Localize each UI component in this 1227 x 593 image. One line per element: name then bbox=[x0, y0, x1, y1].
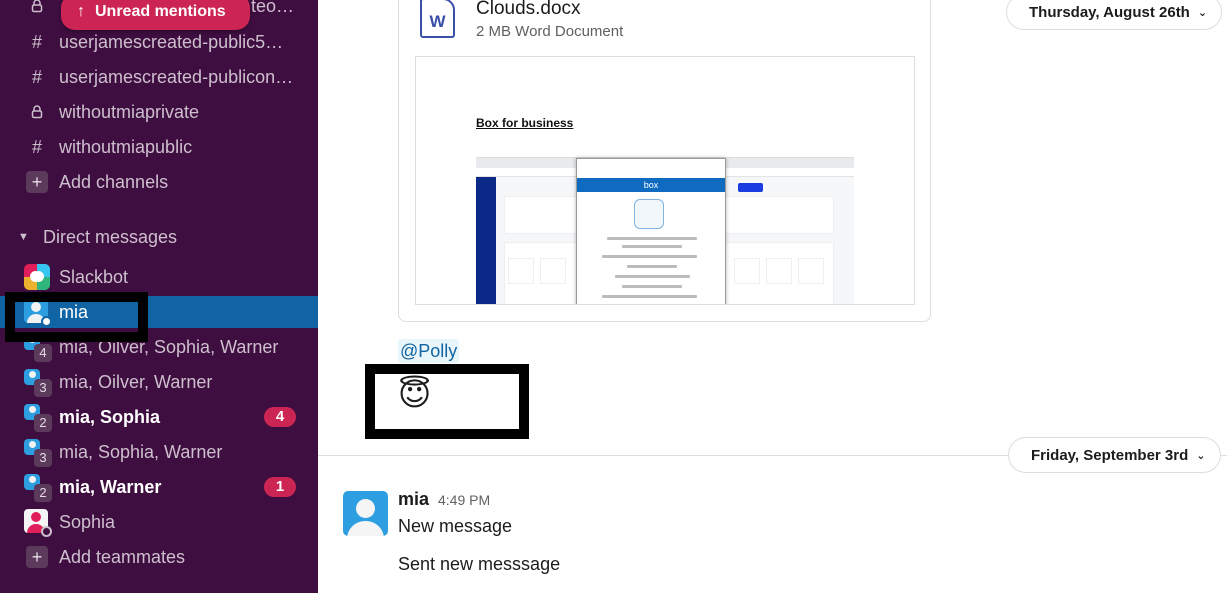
dm-label: Sophia bbox=[59, 511, 116, 532]
annotation-box bbox=[365, 364, 529, 439]
add-teammates-label: Add teammates bbox=[59, 546, 186, 567]
caret-down-icon: ▼ bbox=[18, 231, 29, 243]
lock-icon bbox=[24, 99, 50, 125]
channel-item[interactable]: withoutmiaprivate bbox=[0, 96, 318, 128]
member-count: 3 bbox=[34, 449, 52, 467]
member-count: 4 bbox=[34, 344, 52, 362]
dm-label: mia, Oilver, Warner bbox=[59, 371, 213, 392]
channel-item[interactable]: # withoutmiapublic bbox=[0, 131, 318, 163]
channel-item[interactable]: # userjamescreated-publicon… bbox=[0, 61, 318, 93]
preview-popup: box bbox=[576, 158, 726, 304]
dm-item-group[interactable]: 3 mia, Oilver, Warner bbox=[0, 366, 318, 398]
hash-icon: # bbox=[31, 31, 42, 52]
dm-item-group[interactable]: 3 mia, Sophia, Warner bbox=[0, 436, 318, 468]
member-count: 2 bbox=[34, 414, 52, 432]
dm-label: mia, Warner bbox=[59, 476, 162, 497]
message-text: Sent new messsage bbox=[398, 554, 561, 574]
dm-label: mia, Sophia bbox=[59, 406, 161, 427]
group-avatar: 2 bbox=[24, 474, 52, 502]
unread-badge: 4 bbox=[264, 407, 296, 427]
unread-mentions-label: Unread mentions bbox=[95, 3, 226, 20]
plus-icon: + bbox=[26, 546, 48, 568]
box-logo: box bbox=[577, 178, 725, 192]
slackbot-avatar bbox=[24, 264, 50, 290]
preview-heading: Box for business bbox=[476, 116, 574, 130]
message-pane: W Clouds.docx 2 MB Word Document Box for… bbox=[318, 0, 1227, 593]
date-divider-button[interactable]: Friday, September 3rd ⌄ bbox=[1008, 437, 1221, 473]
group-avatar: 2 bbox=[24, 404, 52, 432]
channel-item[interactable]: # userjamescreated-public5… bbox=[0, 26, 318, 58]
member-count: 3 bbox=[34, 379, 52, 397]
word-document-icon: W bbox=[420, 0, 455, 38]
add-teammates-button[interactable]: + Add teammates bbox=[0, 541, 318, 573]
file-meta: 2 MB Word Document bbox=[476, 23, 624, 40]
lock-icon bbox=[24, 0, 50, 19]
unread-badge: 1 bbox=[264, 477, 296, 497]
dm-label: Slackbot bbox=[59, 266, 129, 287]
away-status-icon bbox=[41, 526, 52, 537]
dm-item-sophia[interactable]: Sophia bbox=[0, 506, 318, 538]
user-avatar[interactable] bbox=[343, 491, 388, 536]
file-preview[interactable]: Box for business box bbox=[415, 56, 915, 305]
avatar bbox=[24, 509, 52, 537]
file-attachment[interactable]: W Clouds.docx 2 MB Word Document Box for… bbox=[398, 0, 931, 322]
dm-item-slackbot[interactable]: Slackbot bbox=[0, 261, 318, 293]
message-author[interactable]: mia bbox=[398, 489, 429, 510]
chevron-down-icon: ⌄ bbox=[1197, 6, 1208, 19]
sidebar: ↑ Unread mentions teo… # userjamescreate… bbox=[0, 0, 318, 593]
member-count: 2 bbox=[34, 484, 52, 502]
unread-mentions-button[interactable]: ↑ Unread mentions bbox=[61, 0, 250, 30]
preview-screenshot: box bbox=[476, 157, 854, 304]
arrow-up-icon: ↑ bbox=[77, 3, 85, 20]
message-timestamp[interactable]: 4:49 PM bbox=[438, 492, 490, 508]
date-label: Thursday, August 26th bbox=[1029, 3, 1190, 21]
hash-icon: # bbox=[31, 136, 42, 157]
add-channels-button[interactable]: + Add channels bbox=[0, 166, 318, 198]
date-divider-button[interactable]: Thursday, August 26th ⌄ bbox=[1006, 0, 1223, 30]
add-channels-label: Add channels bbox=[59, 171, 169, 192]
direct-messages-label: Direct messages bbox=[43, 226, 178, 247]
date-label: Friday, September 3rd bbox=[1031, 446, 1189, 464]
channel-label: withoutmiaprivate bbox=[59, 101, 200, 122]
dm-item-group[interactable]: 2 mia, Sophia 4 bbox=[0, 401, 318, 433]
hash-icon: # bbox=[31, 66, 42, 87]
plus-icon: + bbox=[26, 171, 48, 193]
channel-label: teo… bbox=[251, 0, 295, 16]
channel-label: userjamescreated-publicon… bbox=[59, 66, 294, 87]
annotation-box bbox=[5, 292, 148, 342]
chevron-down-icon: ⌄ bbox=[1196, 449, 1206, 462]
dm-label: mia, Sophia, Warner bbox=[59, 441, 223, 462]
direct-messages-header[interactable]: ▼ Direct messages bbox=[0, 221, 318, 253]
channel-label: withoutmiapublic bbox=[59, 136, 193, 157]
channel-label: userjamescreated-public5… bbox=[59, 31, 284, 52]
group-avatar: 3 bbox=[24, 369, 52, 397]
file-name[interactable]: Clouds.docx bbox=[476, 0, 581, 20]
message-text: New message bbox=[398, 516, 513, 536]
group-avatar: 3 bbox=[24, 439, 52, 467]
user-mention[interactable]: @Polly bbox=[398, 339, 460, 363]
dm-item-group[interactable]: 2 mia, Warner 1 bbox=[0, 471, 318, 503]
